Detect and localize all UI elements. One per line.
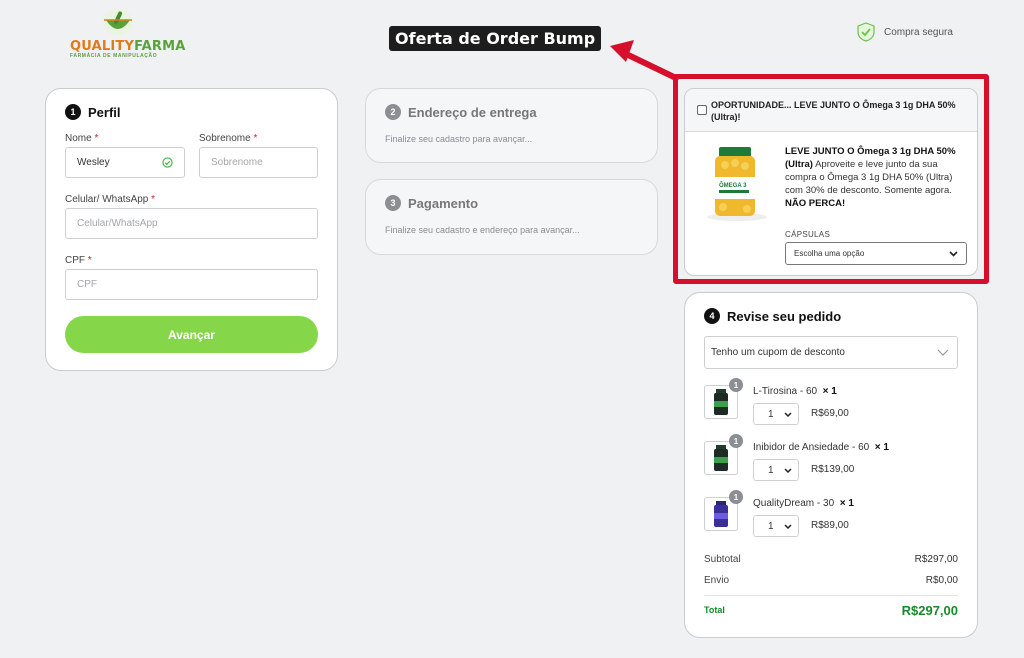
item-qty-select[interactable]: 1 (753, 459, 799, 481)
qty-badge: 1 (729, 434, 743, 448)
last-name-label: Sobrenome * (199, 133, 258, 144)
payment-title: 3 Pagamento (385, 195, 478, 211)
profile-title: 1 Perfil (65, 104, 121, 120)
item-price: R$139,00 (811, 464, 855, 475)
cpf-input[interactable] (65, 269, 318, 300)
total-label: Total (704, 605, 725, 615)
item-qty-select[interactable]: 1 (753, 515, 799, 537)
cpf-label: CPF * (65, 255, 92, 266)
step-number: 3 (385, 195, 401, 211)
subtotal-value: R$297,00 (914, 554, 958, 565)
coupon-dropdown[interactable]: Tenho um cupom de desconto (704, 336, 958, 369)
payment-card (365, 179, 658, 255)
delivery-hint: Finalize seu cadastro para avançar... (385, 134, 533, 144)
chevron-down-icon (784, 411, 792, 417)
step-number: 1 (65, 104, 81, 120)
step-number: 4 (704, 308, 720, 324)
brand-logo[interactable]: QUALITYFARMA FARMÁCIA DE MANIPULAÇÃO (66, 8, 185, 60)
payment-hint: Finalize seu cadastro e endereço para av… (385, 225, 580, 235)
phone-input[interactable] (65, 208, 318, 239)
item-price: R$89,00 (811, 520, 849, 531)
delivery-title: 2 Endereço de entrega (385, 104, 537, 120)
item-name: Inibidor de Ansiedade - 60 × 1 (753, 442, 889, 453)
item-thumbnail: 1 (704, 378, 743, 419)
order-bump-checkbox[interactable] (697, 105, 707, 115)
advance-button[interactable]: Avançar (65, 316, 318, 353)
chevron-down-icon (949, 250, 958, 257)
chevron-down-icon (937, 349, 949, 356)
subtotal-label: Subtotal (704, 554, 741, 565)
brand-name: QUALITYFARMA (70, 39, 186, 54)
item-name: L-Tirosina - 60 × 1 (753, 386, 837, 397)
omega3-bottle-icon: ÔMEGA 3 (707, 147, 767, 221)
chevron-down-icon (784, 467, 792, 473)
order-bump-banner: Oferta de Order Bump (389, 26, 602, 51)
secure-purchase-badge: Compra segura (856, 22, 953, 42)
qty-badge: 1 (729, 378, 743, 392)
order-bump-header-text: OPORTUNIDADE... LEVE JUNTO O Ômega 3 1g … (711, 100, 956, 122)
item-thumbnail: 1 (704, 434, 743, 475)
total-value: R$297,00 (901, 603, 958, 618)
delivery-card (365, 88, 658, 163)
shipping-value: R$0,00 (925, 575, 958, 586)
last-name-input[interactable] (199, 147, 318, 178)
shipping-label: Envio (704, 575, 730, 586)
product-bottle-icon (714, 501, 728, 527)
item-thumbnail: 1 (704, 490, 743, 531)
order-bump-box: OPORTUNIDADE... LEVE JUNTO O Ômega 3 1g … (684, 88, 978, 276)
summary-divider (704, 595, 958, 596)
review-title: 4 Revise seu pedido (704, 308, 841, 324)
item-price: R$69,00 (811, 408, 849, 419)
item-name: QualityDream - 30 × 1 (753, 498, 854, 509)
first-name-field[interactable]: Wesley (65, 147, 185, 178)
item-qty-select[interactable]: 1 (753, 403, 799, 425)
capsules-label: CÁPSULAS (785, 230, 831, 239)
qty-badge: 1 (729, 490, 743, 504)
order-bump-description: LEVE JUNTO O Ômega 3 1g DHA 50% (Ultra) … (785, 146, 956, 209)
order-bump-header[interactable]: OPORTUNIDADE... LEVE JUNTO O Ômega 3 1g … (685, 89, 977, 132)
phone-label: Celular/ WhatsApp * (65, 194, 156, 205)
product-bottle-icon (714, 445, 728, 471)
bottle-label: ÔMEGA 3 (719, 181, 747, 189)
first-name-label: Nome * (65, 133, 99, 144)
chevron-down-icon (784, 523, 792, 529)
valid-check-icon (162, 157, 173, 168)
secure-label: Compra segura (884, 26, 953, 38)
product-bottle-icon (714, 389, 728, 415)
mortar-icon (103, 9, 133, 35)
brand-tagline: FARMÁCIA DE MANIPULAÇÃO (70, 53, 158, 59)
capsules-select[interactable]: Escolha uma opção (785, 242, 967, 265)
step-number: 2 (385, 104, 401, 120)
shield-check-icon (857, 22, 875, 42)
